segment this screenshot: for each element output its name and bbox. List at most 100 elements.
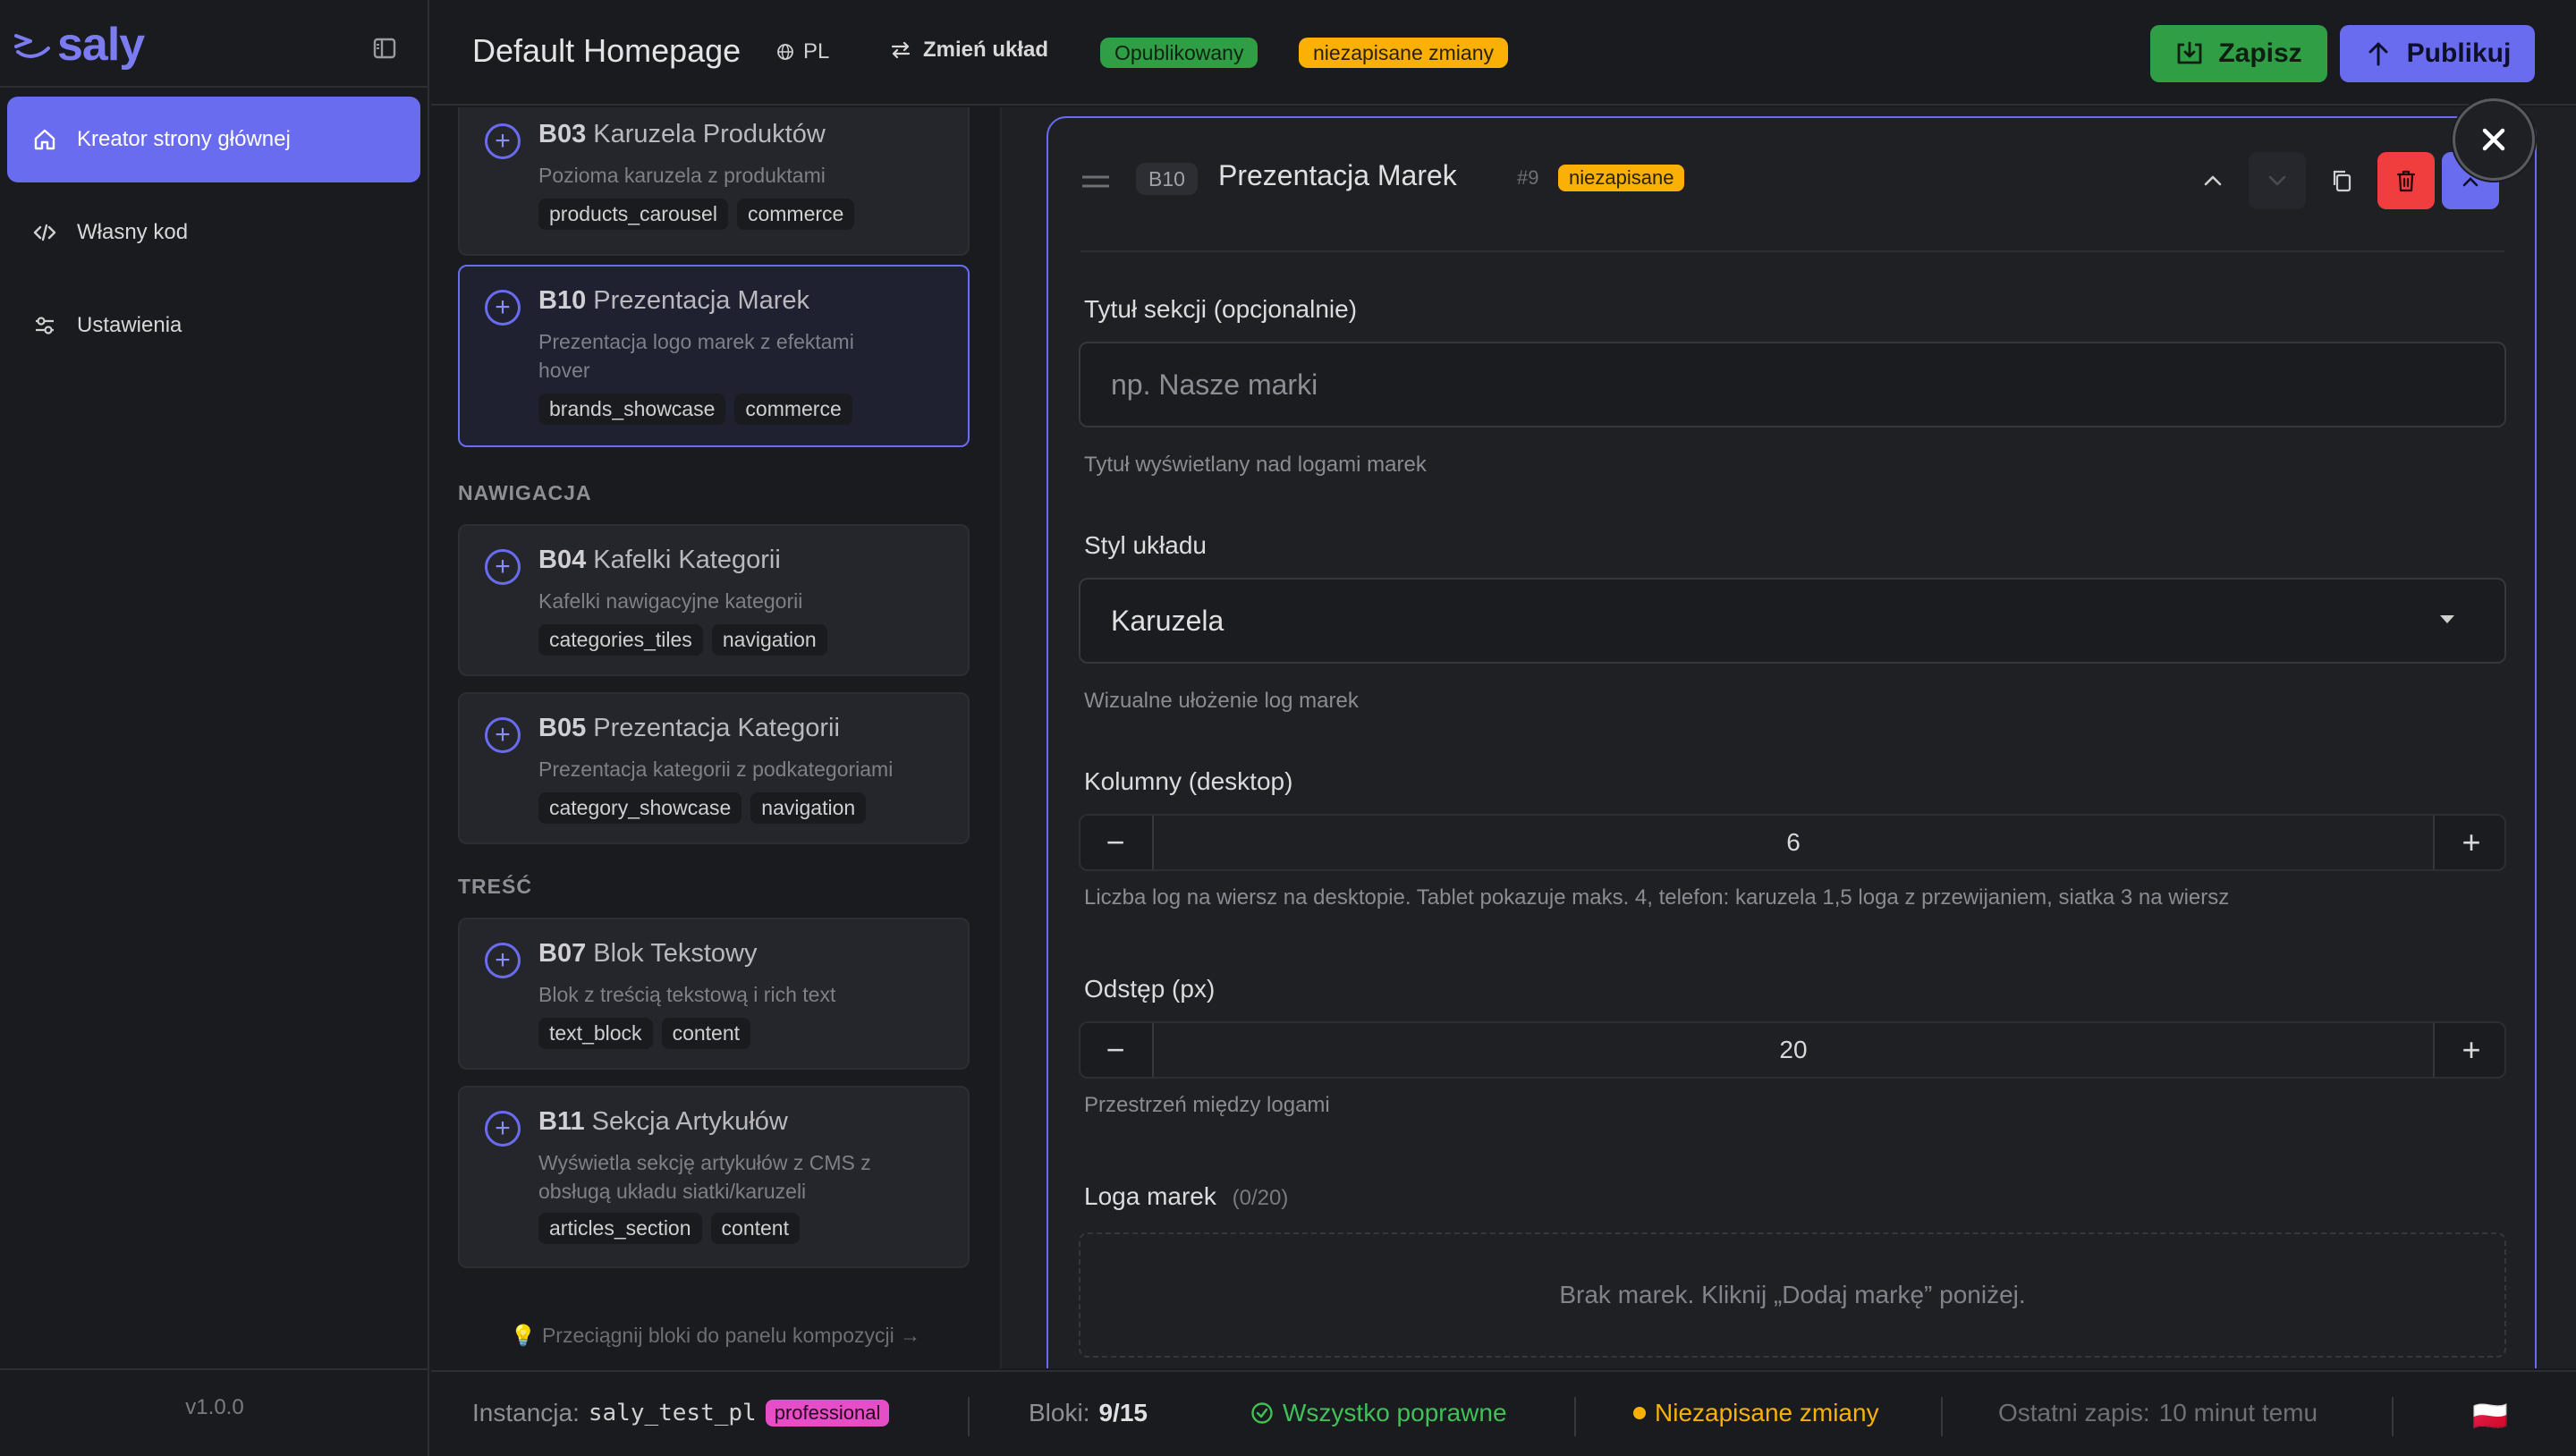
increment-button[interactable]: + xyxy=(2436,1023,2506,1077)
drag-handle-icon[interactable] xyxy=(1080,174,1111,190)
editor-block-title: Prezentacja Marek xyxy=(1218,159,1457,191)
page-title: Default Homepage xyxy=(472,32,741,69)
block-name: Karuzela Produktów xyxy=(593,120,826,148)
unsaved-text: Niezapisane zmiany xyxy=(1655,1399,1879,1426)
blocks-count: Bloki: 9/15 xyxy=(1029,1399,1148,1427)
flag-pl-icon[interactable]: 🇵🇱 xyxy=(2472,1399,2508,1433)
duplicate-button[interactable] xyxy=(2313,152,2370,209)
tag: text_block xyxy=(538,1018,653,1049)
move-up-button[interactable] xyxy=(2184,152,2241,209)
group-label-content: TREŚĆ xyxy=(458,875,532,898)
decrement-button[interactable]: − xyxy=(1080,1023,1150,1077)
block-card-b10[interactable]: + B10 Prezentacja Marek Prezentacja logo… xyxy=(458,265,970,447)
close-editor-button[interactable] xyxy=(2453,98,2535,181)
layout-style-select[interactable]: Karuzela xyxy=(1079,578,2506,664)
block-title: B04 Kafelki Kategorii xyxy=(538,546,781,575)
block-card-b03[interactable]: + B03 Karuzela Produktów Pozioma karuzel… xyxy=(458,107,970,256)
brand-logos-count: (0/20) xyxy=(1232,1186,1289,1210)
gap-value[interactable]: 20 xyxy=(1152,1023,2435,1077)
last-save-value: 10 minut temu xyxy=(2158,1399,2318,1426)
block-description: Kafelki nawigacyjne kategorii xyxy=(538,589,803,613)
block-card-b04[interactable]: + B04 Kafelki Kategorii Kafelki nawigacy… xyxy=(458,524,970,676)
sidebar-item-homepage-builder[interactable]: Kreator strony głównej xyxy=(7,97,420,182)
drag-hint-text: Przeciągnij bloki do panelu kompozycji → xyxy=(541,1324,921,1347)
blocks-label: Bloki: xyxy=(1029,1399,1090,1426)
gap-label: Odstęp (px) xyxy=(1084,975,1216,1003)
save-button[interactable]: Zapisz xyxy=(2150,25,2327,82)
columns-value[interactable]: 6 xyxy=(1152,816,2435,869)
columns-hint: Liczba log na wiersz na desktopie. Table… xyxy=(1084,885,2230,910)
layout-style-value: Karuzela xyxy=(1111,604,1224,637)
delete-button[interactable] xyxy=(2377,152,2435,209)
block-tags: category_showcase navigation xyxy=(538,792,867,824)
block-code: B04 xyxy=(538,546,587,574)
sidebar-item-settings[interactable]: Ustawienia xyxy=(7,283,420,368)
columns-label: Kolumny (desktop) xyxy=(1084,767,1293,795)
publish-button[interactable]: Publikuj xyxy=(2340,25,2535,82)
add-block-icon[interactable]: + xyxy=(485,123,521,159)
block-description: Prezentacja kategorii z podkategoriami xyxy=(538,758,894,781)
save-download-icon xyxy=(2177,41,2202,64)
block-name: Blok Tekstowy xyxy=(593,939,758,968)
block-card-b05[interactable]: + B05 Prezentacja Kategorii Prezentacja … xyxy=(458,692,970,844)
unsaved-status: Niezapisane zmiany xyxy=(1633,1399,1879,1427)
block-library[interactable]: + B03 Karuzela Produktów Pozioma karuzel… xyxy=(431,107,1000,1368)
home-icon xyxy=(34,129,55,150)
section-title-hint: Tytuł wyświetlany nad logami marek xyxy=(1084,453,1427,477)
block-code: B03 xyxy=(538,120,587,148)
block-code: B11 xyxy=(538,1107,585,1136)
sidebar-item-custom-code[interactable]: Własny kod xyxy=(7,190,420,275)
check-circle-icon xyxy=(1251,1402,1273,1424)
block-description: Wyświetla sekcję artykułów z CMS z obsłu… xyxy=(538,1151,871,1203)
divider xyxy=(2392,1397,2394,1436)
block-tags: articles_section content xyxy=(538,1213,800,1244)
section-title-input[interactable]: np. Nasze marki xyxy=(1079,342,2506,427)
language-code: PL xyxy=(803,39,830,63)
block-card-b07[interactable]: + B07 Blok Tekstowy Blok z treścią tekst… xyxy=(458,918,970,1070)
divider xyxy=(1574,1397,1576,1436)
block-title: B03 Karuzela Produktów xyxy=(538,120,826,149)
section-title-placeholder: np. Nasze marki xyxy=(1111,368,1318,401)
block-editor: B10 Prezentacja Marek #9 niezapisane Tyt… xyxy=(1046,116,2537,1368)
chevron-down-icon xyxy=(2268,175,2286,186)
tag: category_showcase xyxy=(538,792,742,824)
block-name: Prezentacja Kategorii xyxy=(593,714,840,742)
move-down-button[interactable] xyxy=(2249,152,2306,209)
last-save-label: Ostatni zapis: xyxy=(1998,1399,2150,1426)
brand-logos-empty-state: Brak marek. Kliknij „Dodaj markę” poniże… xyxy=(1079,1232,2506,1358)
block-tags: products_carousel commerce xyxy=(538,199,855,230)
divider xyxy=(1941,1397,1943,1436)
block-description: Pozioma karuzela z produktami xyxy=(538,164,826,187)
change-layout-button[interactable]: Zmień układ xyxy=(889,38,1048,63)
add-block-icon[interactable]: + xyxy=(485,290,521,326)
add-block-icon[interactable]: + xyxy=(485,943,521,978)
trash-icon xyxy=(2396,170,2416,192)
add-block-icon[interactable]: + xyxy=(485,1111,521,1147)
tag: brands_showcase xyxy=(538,394,726,425)
tag: categories_tiles xyxy=(538,624,703,656)
block-number: #9 xyxy=(1517,166,1539,189)
block-name: Prezentacja Marek xyxy=(593,286,810,315)
add-block-icon[interactable]: + xyxy=(485,717,521,753)
block-code: B10 xyxy=(538,286,587,315)
increment-button[interactable]: + xyxy=(2436,816,2506,869)
language-indicator[interactable]: PL xyxy=(776,39,829,64)
brand-logo[interactable]: saly xyxy=(13,18,145,72)
decrement-button[interactable]: − xyxy=(1080,816,1150,869)
block-title: B10 Prezentacja Marek xyxy=(538,286,809,316)
sidebar-item-label: Własny kod xyxy=(77,220,189,244)
block-name: Kafelki Kategorii xyxy=(593,546,781,574)
tag: content xyxy=(661,1018,751,1049)
tag: commerce xyxy=(736,199,855,230)
add-block-icon[interactable]: + xyxy=(485,549,521,585)
gap-stepper[interactable]: − 20 + xyxy=(1079,1021,2506,1079)
publish-label: Publikuj xyxy=(2406,38,2512,68)
section-title-label: Tytuł sekcji (opcjonalnie) xyxy=(1084,295,1358,323)
unsaved-badge: niezapisane xyxy=(1558,165,1685,191)
brand-name: saly xyxy=(57,19,145,71)
instance-info: Instancja: saly_test_pl professional xyxy=(472,1399,890,1427)
block-card-b11[interactable]: + B11 Sekcja Artykułów Wyświetla sekcję … xyxy=(458,1086,970,1268)
collapse-sidebar-icon[interactable] xyxy=(365,29,404,68)
columns-stepper[interactable]: − 6 + xyxy=(1079,814,2506,871)
drag-hint: 💡 Przeciągnij bloki do panelu kompozycji… xyxy=(431,1324,1000,1348)
